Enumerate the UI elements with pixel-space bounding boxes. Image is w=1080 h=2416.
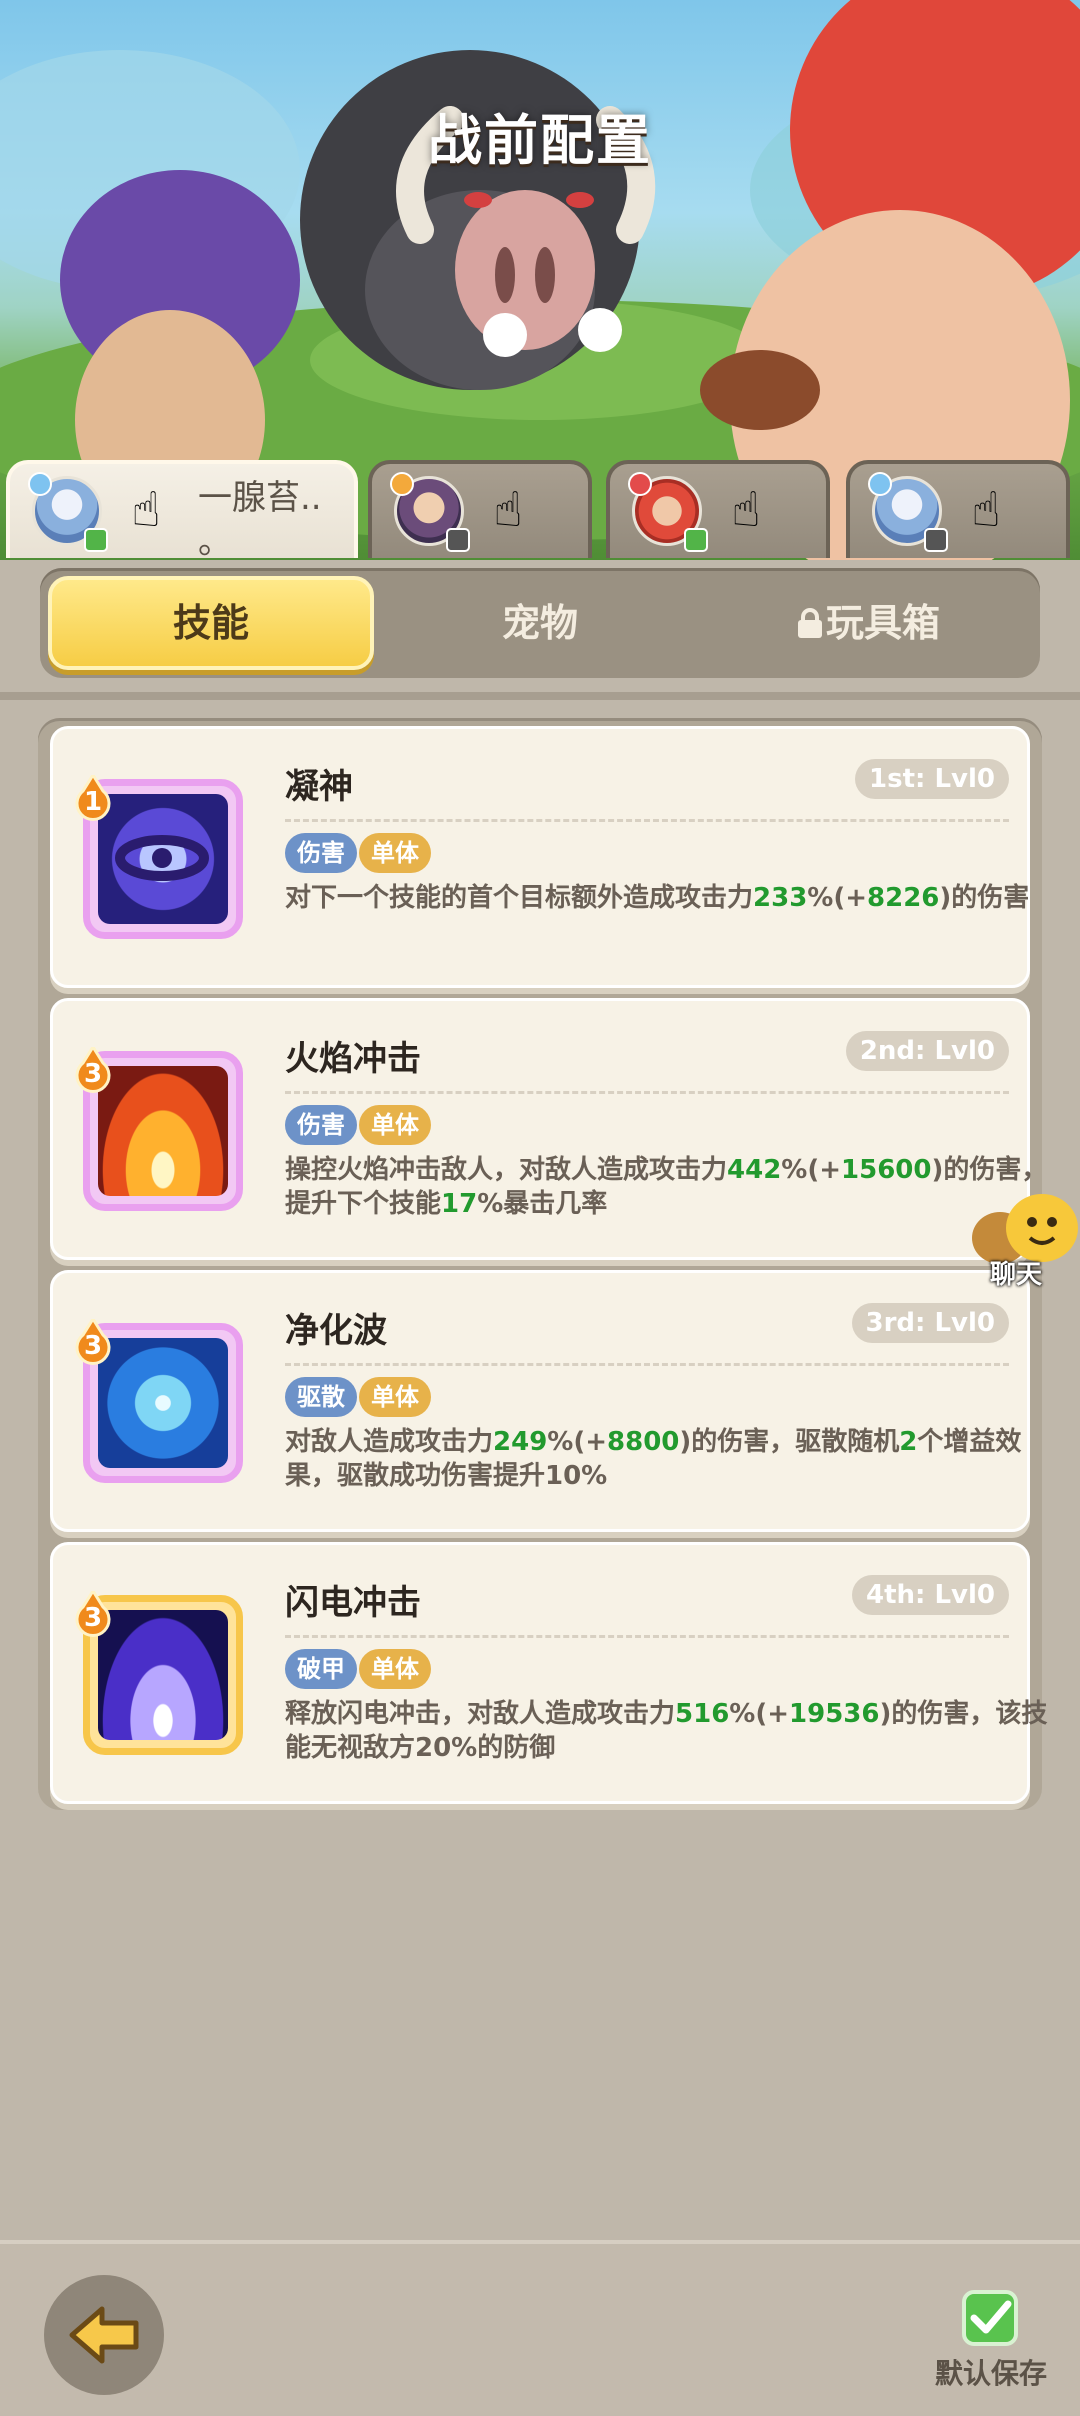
ready-status-icon xyxy=(684,528,708,552)
pointing-hand-icon: ☝ xyxy=(493,482,523,538)
divider xyxy=(285,1091,1009,1094)
purify-wave-icon xyxy=(98,1338,228,1468)
element-badge-icon xyxy=(868,472,892,496)
lock-icon xyxy=(797,608,822,638)
skill-card-2[interactable]: 3 火焰冲击 2nd: Lvl0 伤害 单体 操控火焰冲击敌人，对敌人造成攻击力… xyxy=(50,998,1047,1260)
section-divider xyxy=(0,692,1080,700)
skill-tag: 单体 xyxy=(359,1649,431,1689)
skill-name: 火焰冲击 xyxy=(285,1039,421,1079)
star-level-badge: 3 xyxy=(73,1316,113,1365)
back-button[interactable] xyxy=(44,2275,164,2395)
skill-tag: 驱散 xyxy=(285,1377,357,1417)
category-tabbar: 技能 宠物 玩具箱 xyxy=(40,568,1040,678)
character-slot-3[interactable]: ☝ xyxy=(606,460,830,558)
skill-level-badge: 3rd: Lvl0 xyxy=(851,1303,1009,1343)
skill-card-1[interactable]: 1 凝神 1st: Lvl0 伤害 单体 对下一个技能的首个目标额外造成攻击力2… xyxy=(50,726,1030,988)
skills-panel: 1 凝神 1st: Lvl0 伤害 单体 对下一个技能的首个目标额外造成攻击力2… xyxy=(38,718,1047,1810)
pointing-hand-icon: ☝ xyxy=(971,482,1001,538)
element-badge-icon xyxy=(628,472,652,496)
skill-tag: 单体 xyxy=(359,1377,431,1417)
hero-banner: 战前配置 ☝ 一腺苔.. 。 ☝ ☝ ☝ xyxy=(0,0,1080,560)
skill-tag: 破甲 xyxy=(285,1649,357,1689)
slot-player-name: 一腺苔.. 。 xyxy=(198,478,322,560)
tab-pets[interactable]: 宠物 xyxy=(380,576,700,670)
ready-status-icon xyxy=(84,528,108,552)
star-level-badge: 3 xyxy=(73,1044,113,1093)
pointing-hand-icon: ☝ xyxy=(731,482,761,538)
chat-label: 聊天 xyxy=(990,1260,1043,1290)
star-level-badge: 3 xyxy=(73,1588,113,1637)
tab-skills[interactable]: 技能 xyxy=(48,576,374,670)
skill-name: 凝神 xyxy=(285,767,353,807)
back-arrow-icon xyxy=(69,2306,139,2364)
skill-description: 对敌人造成攻击力249%(+8800)的伤害，驱散随机2个增益效果，驱散成功伤害… xyxy=(285,1427,1022,1491)
page-title: 战前配置 xyxy=(428,109,652,172)
default-save-checkbox[interactable] xyxy=(962,2290,1018,2346)
pointing-hand-icon: ☝ xyxy=(131,482,161,538)
skill-tag: 伤害 xyxy=(285,1105,357,1145)
skill-tag: 伤害 xyxy=(285,833,357,873)
skill-level-badge: 4th: Lvl0 xyxy=(852,1575,1009,1615)
divider xyxy=(285,1635,1009,1638)
element-badge-icon xyxy=(28,472,52,496)
flame-icon xyxy=(98,1066,228,1196)
skill-description: 对下一个技能的首个目标额外造成攻击力233%(+8226)的伤害 xyxy=(285,883,1030,913)
character-slot-1[interactable]: ☝ 一腺苔.. 。 xyxy=(6,460,358,560)
skill-name: 闪电冲击 xyxy=(285,1583,421,1623)
skill-card-3[interactable]: 3 净化波 3rd: Lvl0 驱散 单体 对敌人造成攻击力249%(+8800… xyxy=(50,1270,1030,1532)
checkmark-icon xyxy=(970,2300,1012,2334)
default-save-label: 默认保存 xyxy=(935,2357,1048,2390)
skill-tag: 单体 xyxy=(359,833,431,873)
character-slot-4[interactable]: ☝ xyxy=(846,460,1070,558)
skill-name: 净化波 xyxy=(285,1311,387,1351)
divider xyxy=(285,819,1009,822)
skill-level-badge: 1st: Lvl0 xyxy=(855,759,1009,799)
element-badge-icon xyxy=(390,472,414,496)
lightning-icon xyxy=(98,1610,228,1740)
skill-card-4[interactable]: 3 闪电冲击 4th: Lvl0 破甲 单体 释放闪电冲击，对敌人造成攻击力51… xyxy=(50,1542,1047,1804)
character-slot-2[interactable]: ☝ xyxy=(368,460,592,558)
skill-tag: 单体 xyxy=(359,1105,431,1145)
focus-eye-icon xyxy=(98,794,228,924)
tab-toybox[interactable]: 玩具箱 xyxy=(706,576,1032,670)
skill-description: 操控火焰冲击敌人，对敌人造成攻击力442%(+15600)的伤害，提升下个技能1… xyxy=(285,1155,1048,1219)
divider xyxy=(285,1363,1009,1366)
skill-level-badge: 2nd: Lvl0 xyxy=(845,1031,1009,1071)
status-icon xyxy=(446,528,470,552)
star-level-badge: 1 xyxy=(73,772,113,821)
status-icon xyxy=(924,528,948,552)
skill-description: 释放闪电冲击，对敌人造成攻击力516%(+19536)的伤害，该技能无视敌方20… xyxy=(285,1699,1048,1763)
